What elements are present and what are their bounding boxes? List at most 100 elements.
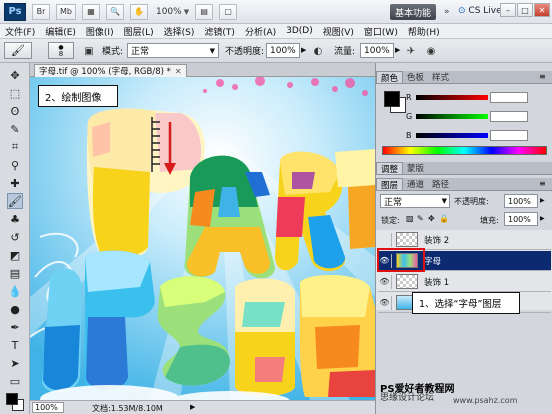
screen-mode-icon[interactable]: ▢ xyxy=(219,3,238,20)
crop-tool-icon[interactable]: ⌗ xyxy=(7,139,23,155)
slider-red[interactable]: R xyxy=(406,91,528,103)
photoshop-logo: Ps xyxy=(4,2,26,21)
menu-analysis[interactable]: 分析(A) xyxy=(240,25,281,38)
eye-icon[interactable]: 👁 xyxy=(378,274,392,289)
close-icon[interactable]: ✕ xyxy=(175,67,182,76)
flow-input[interactable]: 100% xyxy=(360,43,394,58)
visibility-toggle[interactable] xyxy=(378,232,392,247)
dodge-tool-icon[interactable]: ● xyxy=(7,301,23,317)
blue-value-input[interactable] xyxy=(490,129,528,141)
red-slider-track[interactable] xyxy=(416,94,488,100)
blur-tool-icon[interactable]: 💧 xyxy=(7,283,23,299)
layers-panel-menu-icon[interactable]: ≡ xyxy=(539,179,546,188)
tab-styles[interactable]: 样式 xyxy=(428,71,453,83)
tab-color[interactable]: 颜色 xyxy=(376,71,404,84)
history-brush-icon[interactable]: ↺ xyxy=(7,229,23,245)
menu-filter[interactable]: 滤镜(T) xyxy=(199,25,240,38)
chevron-down-icon[interactable]: ▼ xyxy=(184,8,189,16)
zoom-level[interactable]: 100% xyxy=(156,7,182,17)
zoom-level-icon[interactable]: 🔍 xyxy=(105,3,124,20)
menu-image[interactable]: 图像(I) xyxy=(81,25,119,38)
marquee-tool-icon[interactable]: ⬚ xyxy=(7,85,23,101)
shape-tool-icon[interactable]: ▭ xyxy=(7,373,23,389)
menu-file[interactable]: 文件(F) xyxy=(0,25,40,38)
bridge-button[interactable]: Br xyxy=(32,3,50,20)
layer-row[interactable]: 👁 装饰 1 xyxy=(378,272,551,292)
maximize-button[interactable]: □ xyxy=(517,3,533,17)
mode-label: 模式: xyxy=(102,47,124,57)
menu-layer[interactable]: 图层(L) xyxy=(119,25,159,38)
mode-select[interactable]: 正常 ▼ xyxy=(127,43,219,58)
eye-icon[interactable]: 👁 xyxy=(378,295,392,310)
menu-3d[interactable]: 3D(D) xyxy=(281,26,318,36)
foreground-color-swatch[interactable] xyxy=(6,393,18,405)
tab-channels[interactable]: 通道 xyxy=(403,178,428,190)
path-selection-icon[interactable]: ➤ xyxy=(7,355,23,371)
workspace-expand-icon[interactable]: » xyxy=(444,7,450,17)
arrange-documents-icon[interactable]: ▤ xyxy=(195,3,214,20)
move-tool-icon[interactable]: ✥ xyxy=(7,67,23,83)
lock-image-icon[interactable]: ✎ xyxy=(417,214,424,223)
lasso-tool-icon[interactable]: ʘ xyxy=(7,103,23,119)
document-canvas[interactable]: 2、绘制图像 xyxy=(30,77,375,400)
green-slider-track[interactable] xyxy=(416,113,488,119)
blue-slider-track[interactable] xyxy=(416,132,488,138)
guides-icon[interactable]: ▦ xyxy=(81,3,100,20)
pressure-size-icon[interactable]: ◉ xyxy=(424,44,438,58)
cs-live-button[interactable]: ⊙ CS Live xyxy=(458,6,502,16)
eyedropper-tool-icon[interactable]: ⚲ xyxy=(7,157,23,173)
status-zoom-input[interactable]: 100% xyxy=(32,402,64,413)
tab-masks[interactable]: 蒙版 xyxy=(403,162,428,174)
type-tool-icon[interactable]: T xyxy=(7,337,23,353)
flow-dropdown-icon[interactable]: ▶ xyxy=(395,46,400,54)
color-panel-foreground[interactable] xyxy=(384,91,400,107)
menu-window[interactable]: 窗口(W) xyxy=(359,25,403,38)
layer-opacity-arrow-icon[interactable]: ▶ xyxy=(540,197,545,204)
clone-stamp-icon[interactable]: ♣ xyxy=(7,211,23,227)
hand-icon[interactable]: ✋ xyxy=(129,3,148,20)
panel-menu-icon[interactable]: ≡ xyxy=(539,72,546,81)
close-button[interactable]: ✕ xyxy=(534,3,550,17)
blend-mode-select[interactable]: 正常 ▼ xyxy=(380,194,450,208)
menu-select[interactable]: 选择(S) xyxy=(159,25,200,38)
tab-adjustments[interactable]: 调整 xyxy=(376,162,404,175)
pressure-opacity-icon[interactable]: ◐ xyxy=(311,44,325,58)
fill-input[interactable]: 100% xyxy=(504,212,538,226)
menu-edit[interactable]: 编辑(E) xyxy=(40,25,81,38)
mini-bridge-button[interactable]: Mb xyxy=(56,3,76,20)
cs-live-label: CS Live xyxy=(468,6,502,16)
opacity-input[interactable]: 100% xyxy=(266,43,300,58)
eraser-tool-icon[interactable]: ◩ xyxy=(7,247,23,263)
minimize-button[interactable]: – xyxy=(500,3,516,17)
quick-selection-icon[interactable]: ✎ xyxy=(7,121,23,137)
lock-all-icon[interactable]: 🔒 xyxy=(439,214,449,223)
workspace-button[interactable]: 基本功能 xyxy=(390,4,437,20)
menu-view[interactable]: 视图(V) xyxy=(318,25,359,38)
tool-preset-picker[interactable]: 🖌 xyxy=(4,42,32,59)
lock-transparent-icon[interactable]: ▨ xyxy=(406,214,414,223)
layer-row[interactable]: 装饰 2 xyxy=(378,230,551,250)
opacity-dropdown-icon[interactable]: ▶ xyxy=(301,46,306,54)
green-value-input[interactable] xyxy=(490,110,528,122)
tab-swatches[interactable]: 色板 xyxy=(403,71,428,83)
tab-layers[interactable]: 图层 xyxy=(376,178,404,191)
slider-blue[interactable]: B xyxy=(406,129,528,141)
brush-preset-picker[interactable]: ● 8 xyxy=(48,42,74,59)
lock-position-icon[interactable]: ✥ xyxy=(428,214,435,223)
slider-green[interactable]: G xyxy=(406,110,528,122)
airbrush-icon[interactable]: ✈ xyxy=(404,44,418,58)
tab-paths[interactable]: 路径 xyxy=(428,178,453,190)
red-value-input[interactable] xyxy=(490,91,528,103)
spectrum-bar[interactable] xyxy=(382,146,547,155)
menu-help[interactable]: 帮助(H) xyxy=(403,25,445,38)
brush-panel-icon[interactable]: ▣ xyxy=(82,44,96,58)
fill-value: 100% xyxy=(508,214,531,224)
healing-brush-icon[interactable]: ✚ xyxy=(7,175,23,191)
layer-opacity-input[interactable]: 100% xyxy=(504,194,538,208)
status-arrow-icon[interactable]: ▶ xyxy=(190,403,195,411)
brush-tool-icon[interactable]: 🖌 xyxy=(7,193,23,209)
document-tab[interactable]: 字母.tif @ 100% (字母, RGB/8) * ✕ xyxy=(34,64,187,77)
gradient-tool-icon[interactable]: ▤ xyxy=(7,265,23,281)
pen-tool-icon[interactable]: ✒ xyxy=(7,319,23,335)
fill-arrow-icon[interactable]: ▶ xyxy=(540,215,545,222)
